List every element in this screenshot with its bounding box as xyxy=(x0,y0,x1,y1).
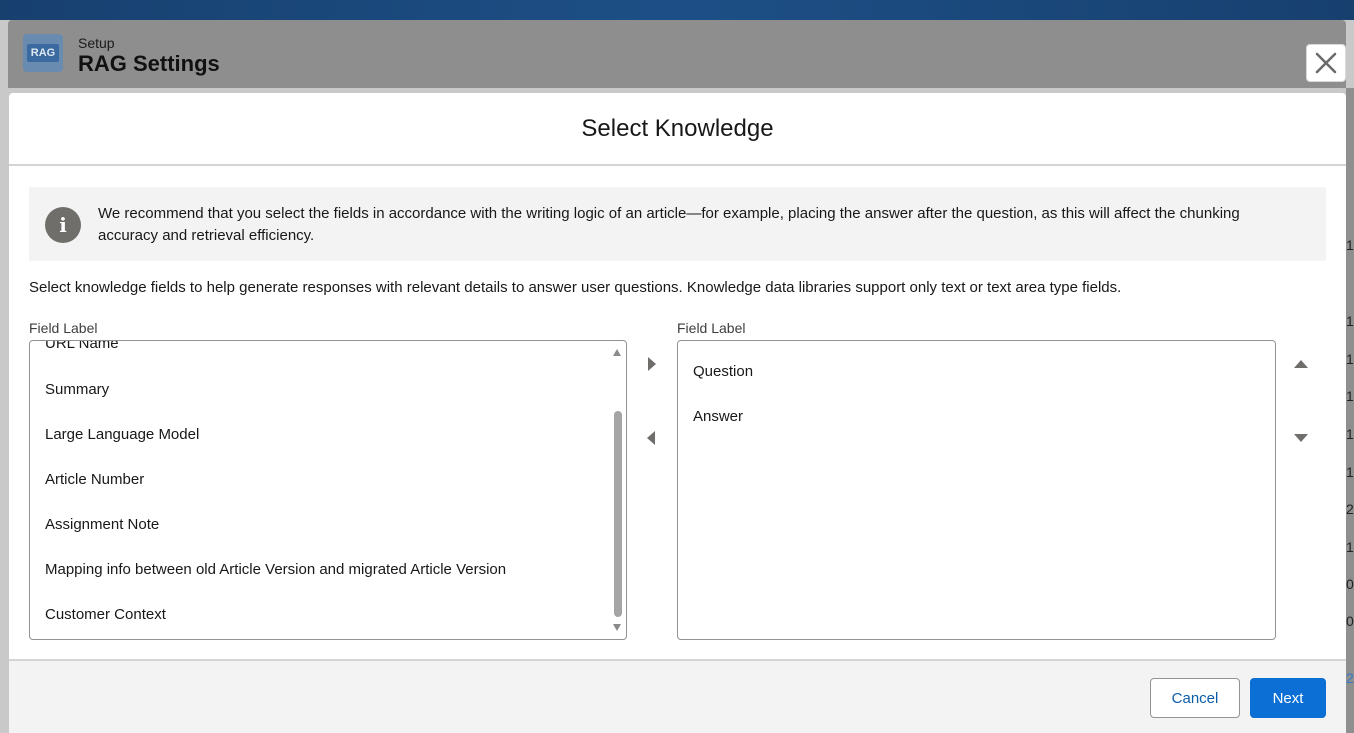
move-down-arrow-icon[interactable] xyxy=(1294,434,1308,442)
scroll-down-arrow-icon[interactable] xyxy=(613,624,621,631)
table-cell: 1 xyxy=(1346,351,1354,367)
move-right-arrow-icon[interactable] xyxy=(648,357,656,371)
list-item[interactable]: Summary xyxy=(45,381,109,398)
table-cell: 2 xyxy=(1346,670,1354,686)
selected-fields-label: Field Label xyxy=(677,320,746,336)
modal-header: Select Knowledge xyxy=(9,93,1346,166)
list-item[interactable]: Article Number xyxy=(45,471,144,488)
table-cell: 2 xyxy=(1346,501,1354,517)
list-item[interactable]: Customer Context xyxy=(45,606,166,623)
close-icon xyxy=(1315,52,1337,74)
list-item[interactable]: Assignment Note xyxy=(45,516,159,533)
close-modal-button[interactable] xyxy=(1306,44,1346,82)
table-cell: 1 xyxy=(1346,426,1354,442)
background-table-column: 1 1 1 1 1 1 2 1 0 0 2 xyxy=(1346,88,1354,733)
list-item[interactable]: URL Name xyxy=(45,341,119,352)
rag-logo: RAG xyxy=(23,34,63,72)
table-cell: 0 xyxy=(1346,576,1354,592)
scroll-up-arrow-icon[interactable] xyxy=(613,349,621,356)
next-button[interactable]: Next xyxy=(1250,678,1326,718)
list-item[interactable]: Question xyxy=(693,363,753,380)
list-item[interactable]: Answer xyxy=(693,408,743,425)
page-title: RAG Settings xyxy=(78,51,220,76)
table-cell: 1 xyxy=(1346,313,1354,329)
table-cell: 1 xyxy=(1346,237,1354,253)
table-cell: 0 xyxy=(1346,613,1354,629)
info-notice: i We recommend that you select the field… xyxy=(29,187,1326,261)
rag-logo-text: RAG xyxy=(26,44,60,62)
info-icon: i xyxy=(45,207,81,243)
table-cell: 1 xyxy=(1346,464,1354,480)
move-up-arrow-icon[interactable] xyxy=(1294,360,1308,368)
available-fields-listbox[interactable]: URL Name Summary Large Language Model Ar… xyxy=(29,340,627,640)
table-cell: 1 xyxy=(1346,388,1354,404)
move-left-arrow-icon[interactable] xyxy=(647,431,655,445)
info-text: We recommend that you select the fields … xyxy=(98,205,1240,244)
available-list-scrollbar[interactable] xyxy=(608,341,626,639)
modal-title: Select Knowledge xyxy=(581,114,774,142)
field-selection-description: Select knowledge fields to help generate… xyxy=(29,279,1122,296)
top-banner xyxy=(0,0,1354,20)
select-knowledge-modal: Select Knowledge i We recommend that you… xyxy=(9,93,1346,733)
list-item[interactable]: Large Language Model xyxy=(45,426,199,443)
breadcrumb[interactable]: Setup xyxy=(78,35,115,51)
list-item[interactable]: Mapping info between old Article Version… xyxy=(45,561,506,578)
table-cell: 1 xyxy=(1346,539,1354,555)
cancel-button[interactable]: Cancel xyxy=(1150,678,1240,718)
scroll-thumb[interactable] xyxy=(614,411,622,617)
selected-fields-listbox[interactable]: Question Answer xyxy=(677,340,1276,640)
available-fields-label: Field Label xyxy=(29,320,98,336)
modal-footer: Cancel Next xyxy=(9,659,1346,733)
